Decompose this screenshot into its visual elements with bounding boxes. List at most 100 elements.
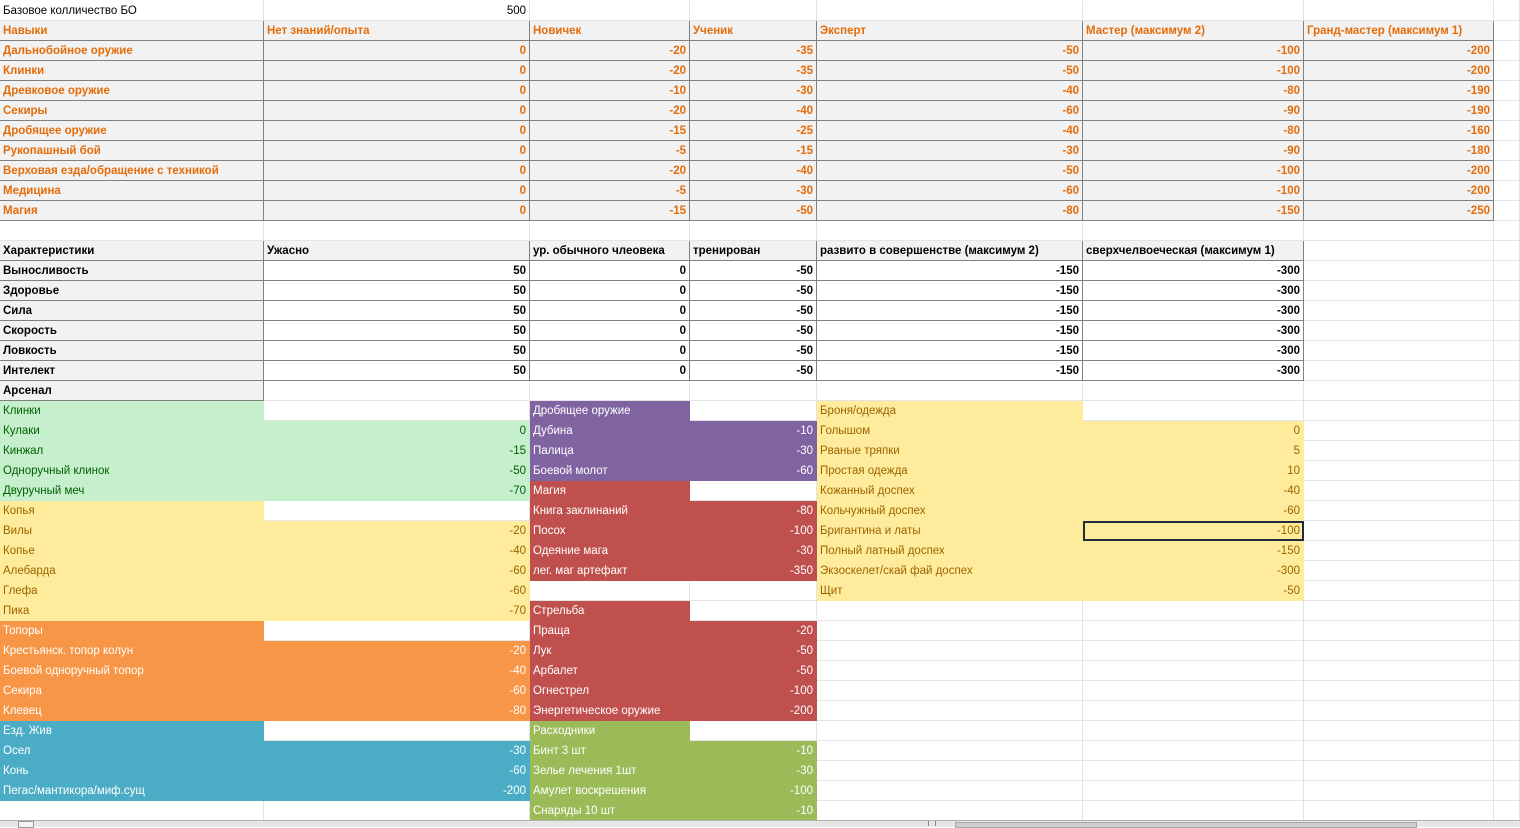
characteristic-cost[interactable]: 0 (530, 321, 690, 341)
empty-cell[interactable] (1494, 721, 1520, 741)
arsenal-item-cost[interactable]: -300 (1083, 561, 1304, 581)
empty-cell[interactable] (1494, 21, 1520, 41)
skill-cost[interactable]: -20 (530, 41, 690, 61)
arsenal-item-name[interactable]: Клевец (0, 701, 264, 721)
characteristics-header-cell[interactable]: тренирован (690, 241, 817, 261)
skill-cost[interactable]: -60 (817, 101, 1083, 121)
arsenal-item-cost[interactable]: -30 (264, 741, 530, 761)
empty-cell[interactable] (1494, 741, 1520, 761)
empty-cell[interactable] (817, 741, 1083, 761)
empty-cell[interactable] (1494, 561, 1520, 581)
skill-cost[interactable]: 0 (264, 141, 530, 161)
empty-cell[interactable] (264, 381, 530, 401)
empty-cell[interactable] (1304, 521, 1494, 541)
skill-cost[interactable]: -250 (1304, 201, 1494, 221)
empty-cell[interactable] (1494, 361, 1520, 381)
empty-cell[interactable] (1494, 241, 1520, 261)
characteristics-header-cell[interactable]: Ужасно (264, 241, 530, 261)
characteristic-cost[interactable]: -300 (1083, 321, 1304, 341)
arsenal-item-cost[interactable]: -50 (690, 641, 817, 661)
arsenal-item-cost[interactable]: -350 (690, 561, 817, 581)
characteristic-cost[interactable]: 50 (264, 341, 530, 361)
skill-cost[interactable]: -15 (530, 121, 690, 141)
arsenal-group-title[interactable]: Дробящее оружие (530, 401, 690, 421)
characteristic-cost[interactable]: -150 (817, 301, 1083, 321)
empty-cell[interactable] (1494, 141, 1520, 161)
empty-cell[interactable] (1494, 501, 1520, 521)
arsenal-item-name[interactable]: Глефа (0, 581, 264, 601)
characteristic-cost[interactable]: 50 (264, 321, 530, 341)
characteristic-cost[interactable]: -300 (1083, 281, 1304, 301)
skill-cost[interactable]: -40 (690, 161, 817, 181)
characteristic-cost[interactable]: 0 (530, 281, 690, 301)
arsenal-item-name[interactable]: Конь (0, 761, 264, 781)
arsenal-item-name[interactable]: Дубина (530, 421, 690, 441)
skill-cost[interactable]: -50 (690, 201, 817, 221)
empty-cell[interactable] (1494, 681, 1520, 701)
skill-cost[interactable]: -200 (1304, 161, 1494, 181)
arsenal-item-name[interactable]: лег. маг артефакт (530, 561, 690, 581)
arsenal-item-cost[interactable]: -60 (1083, 501, 1304, 521)
skill-cost[interactable]: -180 (1304, 141, 1494, 161)
arsenal-item-cost[interactable]: -70 (264, 481, 530, 501)
arsenal-group-title[interactable]: Копья (0, 501, 264, 521)
arsenal-item-cost[interactable]: -50 (690, 661, 817, 681)
skill-name[interactable]: Магия (0, 201, 264, 221)
empty-cell[interactable] (1494, 221, 1520, 241)
arsenal-item-name[interactable]: Бригантина и латы (817, 521, 1083, 541)
empty-cell[interactable] (1494, 1, 1520, 21)
characteristics-header-cell[interactable]: сверхчелвоеческая (максимум 1) (1083, 241, 1304, 261)
empty-cell[interactable] (1304, 601, 1494, 621)
skill-name[interactable]: Клинки (0, 61, 264, 81)
empty-cell[interactable] (1494, 401, 1520, 421)
characteristic-cost[interactable]: 0 (530, 301, 690, 321)
arsenal-item-cost[interactable]: -40 (1083, 481, 1304, 501)
characteristic-cost[interactable]: -150 (817, 261, 1083, 281)
arsenal-item-name[interactable]: Щит (817, 581, 1083, 601)
skill-cost[interactable]: -60 (817, 181, 1083, 201)
empty-cell[interactable] (817, 721, 1083, 741)
empty-cell[interactable] (817, 801, 1083, 821)
skill-cost[interactable]: 0 (264, 181, 530, 201)
arsenal-item-name[interactable]: Бинт 3 шт (530, 741, 690, 761)
empty-cell[interactable] (1494, 441, 1520, 461)
characteristic-cost[interactable]: -300 (1083, 261, 1304, 281)
arsenal-item-cost[interactable]: 10 (1083, 461, 1304, 481)
empty-cell[interactable] (0, 221, 264, 241)
empty-cell[interactable] (1304, 781, 1494, 801)
arsenal-item-name[interactable]: Пегас/мантикора/миф.сущ (0, 781, 264, 801)
arsenal-item-cost[interactable]: -60 (264, 681, 530, 701)
empty-cell[interactable] (1494, 581, 1520, 601)
empty-cell[interactable] (1304, 581, 1494, 601)
empty-cell[interactable] (1494, 421, 1520, 441)
empty-cell[interactable] (1304, 661, 1494, 681)
empty-cell[interactable] (1083, 781, 1304, 801)
empty-cell[interactable] (817, 681, 1083, 701)
empty-cell[interactable] (1494, 601, 1520, 621)
skill-cost[interactable]: -15 (530, 201, 690, 221)
skills-header-cell[interactable]: Новичек (530, 21, 690, 41)
arsenal-group-title[interactable]: Магия (530, 481, 690, 501)
empty-cell[interactable] (1304, 641, 1494, 661)
empty-cell[interactable] (0, 801, 264, 821)
empty-cell[interactable] (817, 621, 1083, 641)
arsenal-item-cost[interactable]: -100 (690, 681, 817, 701)
characteristic-cost[interactable]: -300 (1083, 361, 1304, 381)
base-points-value[interactable]: 500 (264, 1, 530, 21)
arsenal-item-name[interactable]: Посох (530, 521, 690, 541)
skill-cost[interactable]: 0 (264, 161, 530, 181)
empty-cell[interactable] (1083, 621, 1304, 641)
characteristics-header-cell[interactable]: Характеристики (0, 241, 264, 261)
empty-cell[interactable] (1304, 701, 1494, 721)
empty-cell[interactable] (264, 501, 530, 521)
empty-cell[interactable] (1494, 801, 1520, 821)
skill-cost[interactable]: -200 (1304, 61, 1494, 81)
skill-name[interactable]: Верховая езда/обращение с техникой (0, 161, 264, 181)
characteristic-name[interactable]: Сила (0, 301, 264, 321)
empty-cell[interactable] (1083, 381, 1304, 401)
empty-cell[interactable] (1083, 401, 1304, 421)
empty-cell[interactable] (817, 661, 1083, 681)
arsenal-item-name[interactable]: Простая одежда (817, 461, 1083, 481)
empty-cell[interactable] (1304, 561, 1494, 581)
skills-header-cell[interactable]: Нет знаний/опыта (264, 21, 530, 41)
